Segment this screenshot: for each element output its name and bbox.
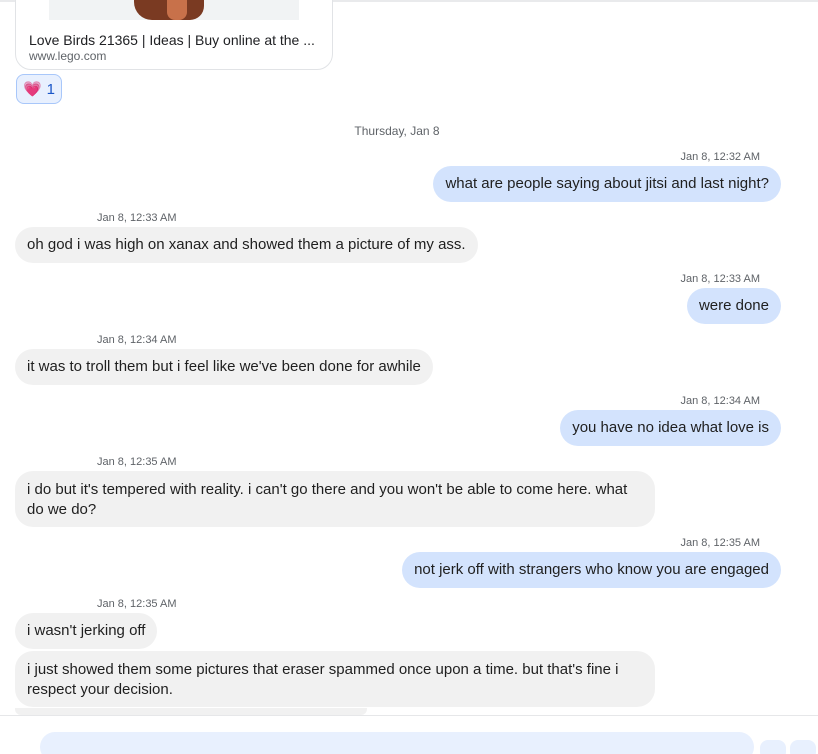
incoming-message-bubble[interactable]: i do but it's tempered with reality. i c… xyxy=(15,471,655,527)
message-timestamp: Jan 8, 12:33 AM xyxy=(680,273,761,285)
message-timestamp: Jan 8, 12:34 AM xyxy=(97,334,177,346)
send-button[interactable] xyxy=(790,740,816,754)
message-timestamp: Jan 8, 12:33 AM xyxy=(97,212,177,224)
reaction-count: 1 xyxy=(46,80,56,98)
link-preview-image xyxy=(49,0,299,20)
date-separator: Thursday, Jan 8 xyxy=(354,124,440,138)
outgoing-message-bubble[interactable]: not jerk off with strangers who know you… xyxy=(402,552,781,588)
link-preview-card[interactable]: Love Birds 21365 | Ideas | Buy online at… xyxy=(15,0,333,70)
message-timestamp: Jan 8, 12:35 AM xyxy=(97,598,177,610)
message-timestamp: Jan 8, 12:32 AM xyxy=(680,151,761,163)
message-timestamp: Jan 8, 12:34 AM xyxy=(680,395,761,407)
reaction-chip[interactable]: 💗 1 xyxy=(16,74,62,104)
outgoing-message-bubble[interactable]: were done xyxy=(686,288,781,324)
incoming-message-bubble[interactable]: it was to troll them but i feel like we'… xyxy=(15,349,433,385)
incoming-message-bubble[interactable]: i wasn't jerking off xyxy=(15,613,158,649)
composer-action-button[interactable] xyxy=(760,740,786,754)
link-preview-title: Love Birds 21365 | Ideas | Buy online at… xyxy=(29,32,315,48)
link-preview-domain: www.lego.com xyxy=(29,49,107,63)
message-timestamp: Jan 8, 12:35 AM xyxy=(680,537,761,549)
conversation-view: Love Birds 21365 | Ideas | Buy online at… xyxy=(0,0,818,754)
partially-visible-message-bubble xyxy=(15,708,367,715)
outgoing-message-bubble[interactable]: what are people saying about jitsi and l… xyxy=(433,166,781,202)
message-timestamp: Jan 8, 12:35 AM xyxy=(97,456,177,468)
outgoing-message-bubble[interactable]: you have no idea what love is xyxy=(560,410,781,446)
incoming-message-bubble[interactable]: oh god i was high on xanax and showed th… xyxy=(15,227,478,263)
heart-emoji-icon: 💗 xyxy=(22,80,42,98)
message-input[interactable] xyxy=(40,732,754,754)
incoming-message-bubble[interactable]: i just showed them some pictures that er… xyxy=(15,651,655,707)
